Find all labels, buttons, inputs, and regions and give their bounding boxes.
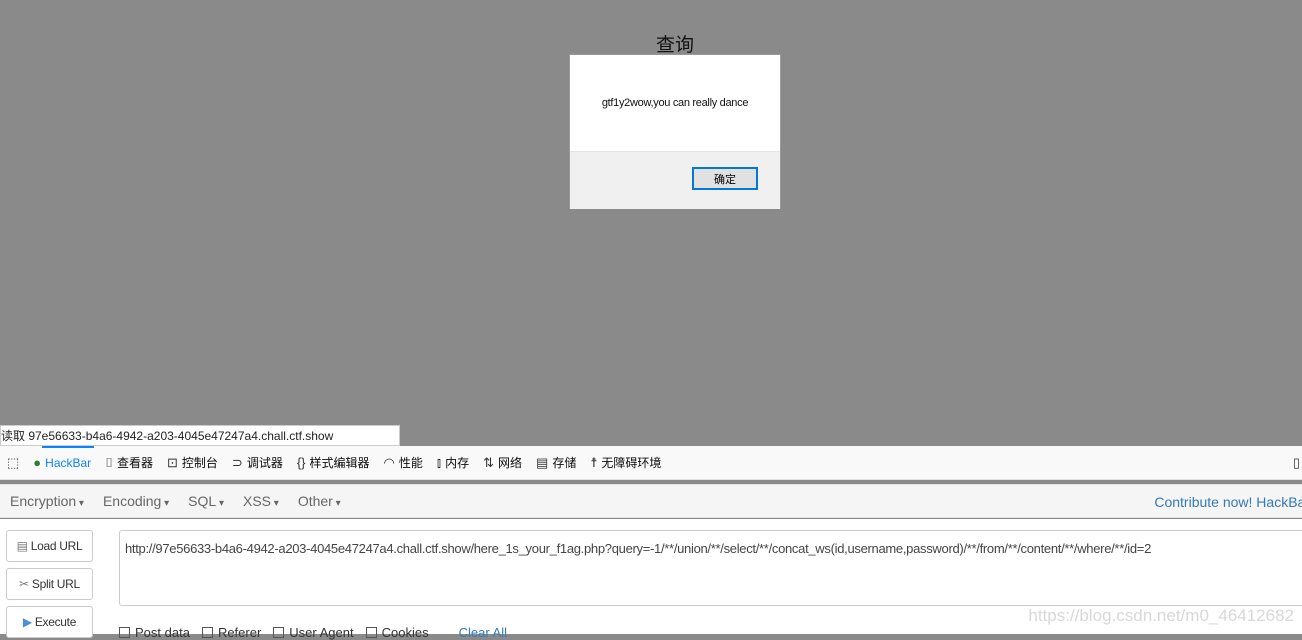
execute-button[interactable]: ▶ Execute [6,606,93,638]
responsive-mode-icon[interactable]: ▯ [1293,455,1302,471]
devtools-toolbar: ⬚ ● HackBar ⌷ 查看器 ⊡ 控制台 ⊃ 调试器{} 样式编辑器 ◠ 性能 ⫾ 内存 ⇅ 网络 ▤ 存… [0,445,1302,480]
tab-console[interactable]: ⊡ 控制台 [160,446,225,480]
hackbar-menu: Encryption Encoding SQL XSS Other Contri… [0,484,1302,518]
network-icon: ⇅ [483,454,494,470]
tab-inspector[interactable]: ⌷ 查看器 [98,446,160,480]
console-icon: ⊡ [167,454,178,470]
menu-encoding[interactable]: Encoding [93,493,178,509]
menu-other[interactable]: Other [288,493,350,509]
tab-label: 控制台 [181,456,218,470]
cookies-checkbox[interactable]: Cookies [365,625,429,640]
status-bar: 读取 97e56633-b4a6-4942-a203-4045e47247a4.… [0,425,400,446]
tab-label: 存储 [552,456,577,470]
tab-performance[interactable]: ◠ 性能 [377,446,430,480]
page-title: 查询 [655,35,694,56]
tab-memory[interactable]: ⫾ 内存 [430,446,476,480]
tab-storage[interactable]: ▤ 存储 [529,446,583,480]
debugger-icon: ⊃ [231,454,243,470]
tab-label: 网络 [498,456,523,470]
menu-xss[interactable]: XSS [233,493,288,509]
play-icon: ▶ [22,615,32,629]
tab-label: 性能 [398,456,423,470]
element-picker-button[interactable]: ⬚ [0,446,26,480]
accessibility-icon: ☨ [590,454,598,470]
scissors-icon: ✂ [19,577,29,591]
style-editor-icon: {} [296,455,306,470]
tab-accessibility[interactable]: ☨ 无障碍环境 [583,446,668,480]
tab-debugger[interactable]: ⊃ 调试器 [225,446,290,480]
tab-label: 内存 [445,456,470,470]
referer-checkbox[interactable]: Referer [201,625,261,640]
storage-icon: ▤ [536,454,549,470]
element-picker-icon: ⬚ [7,454,20,470]
url-textarea[interactable]: http://97e56633-b4a6-4942-a203-4045e4724… [119,530,1302,606]
menu-encryption[interactable]: Encryption [0,493,93,509]
hackbar-icon: ● [33,455,42,470]
ok-button[interactable]: 确定 [692,167,758,190]
memory-icon: ⫾ [436,454,442,470]
user-agent-checkbox[interactable]: User Agent [273,625,354,640]
contribute-link[interactable]: Contribute now! HackBar [1154,494,1302,510]
menu-sql[interactable]: SQL [178,493,233,509]
post-data-checkbox[interactable]: Post data [119,625,190,640]
clear-all-link[interactable]: Clear All [459,625,507,640]
tab-label: 无障碍环境 [601,456,662,470]
split-url-button[interactable]: ✂ Split URL [6,568,93,600]
alert-message: gtf1y2wow,you can really dance [601,97,749,109]
tab-hackbar[interactable]: ● HackBar [26,445,98,480]
tab-label: HackBar [45,455,92,470]
watermark: https://blog.csdn.net/m0_46412682 [1028,606,1294,625]
alert-dialog: gtf1y2wow,you can really dance 确定 [569,54,781,209]
tab-network[interactable]: ⇅ 网络 [476,446,529,480]
tab-label: 样式编辑器 [309,456,370,470]
inspector-icon: ⌷ [105,454,113,470]
load-url-button[interactable]: ▤ Load URL [6,530,93,562]
tab-label: 查看器 [116,456,153,470]
tab-style-editor[interactable]: {} 样式编辑器 [290,446,377,480]
performance-icon: ◠ [383,454,395,470]
load-icon: ▤ [16,539,28,553]
tab-label: 调试器 [246,456,283,470]
